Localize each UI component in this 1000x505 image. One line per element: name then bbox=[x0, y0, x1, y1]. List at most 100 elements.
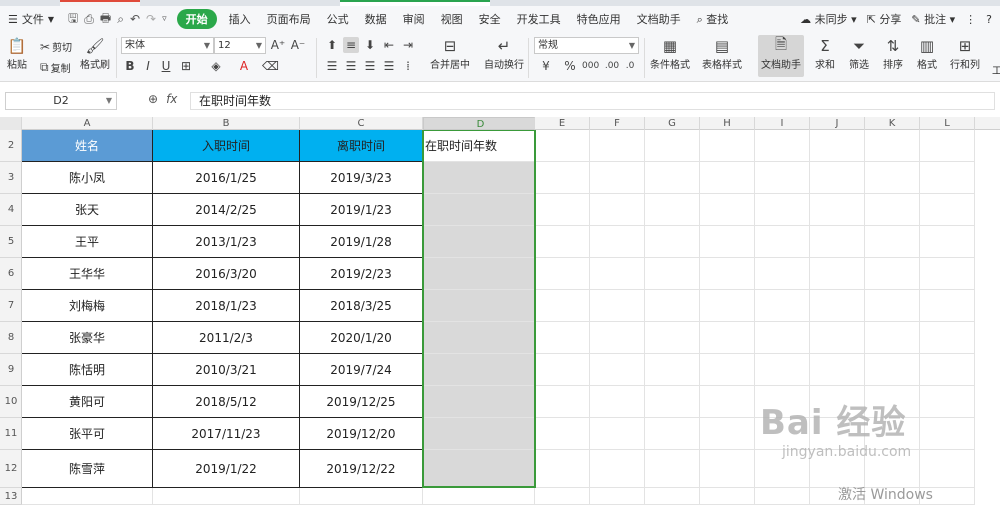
cell-name[interactable]: 王华华 bbox=[22, 258, 153, 290]
empty-cell[interactable] bbox=[920, 258, 975, 290]
empty-cell[interactable] bbox=[920, 130, 975, 162]
empty-cell[interactable] bbox=[590, 418, 645, 450]
empty-cell[interactable] bbox=[865, 290, 920, 322]
cell-hire-date[interactable]: 2018/5/12 bbox=[153, 386, 300, 418]
empty-cell[interactable] bbox=[810, 162, 865, 194]
empty-cell[interactable] bbox=[865, 130, 920, 162]
formula-input[interactable]: 在职时间年数 bbox=[190, 92, 995, 110]
font-grow-icon[interactable]: A⁺ bbox=[270, 37, 286, 53]
empty-cell[interactable] bbox=[700, 418, 755, 450]
empty-cell[interactable] bbox=[645, 450, 700, 488]
empty-cell[interactable] bbox=[535, 258, 590, 290]
empty-cell[interactable] bbox=[645, 226, 700, 258]
tab-insert[interactable]: 插入 bbox=[221, 11, 259, 27]
bold-icon[interactable]: B bbox=[122, 58, 138, 74]
empty-cell[interactable] bbox=[920, 194, 975, 226]
empty-cell[interactable] bbox=[535, 386, 590, 418]
row-header-10[interactable]: 10 bbox=[0, 386, 22, 418]
print-preview-icon[interactable]: ⌕ bbox=[117, 12, 124, 27]
col-header-d[interactable]: D bbox=[423, 117, 535, 130]
empty-cell[interactable] bbox=[535, 354, 590, 386]
more-icon[interactable]: ⋮ bbox=[965, 13, 976, 26]
empty-cell[interactable] bbox=[645, 162, 700, 194]
empty-cell[interactable] bbox=[810, 322, 865, 354]
tab-view[interactable]: 视图 bbox=[433, 11, 471, 27]
empty-cell[interactable] bbox=[810, 194, 865, 226]
col-header-k[interactable]: K bbox=[865, 117, 920, 130]
row-header-3[interactable]: 3 bbox=[0, 162, 22, 194]
indent-increase-icon[interactable]: ⇥ bbox=[400, 37, 416, 53]
row-header-12[interactable]: 12 bbox=[0, 450, 22, 488]
empty-cell[interactable] bbox=[535, 194, 590, 226]
empty-cell[interactable] bbox=[700, 194, 755, 226]
sort-button[interactable]: ⇅ 排序 bbox=[882, 36, 904, 71]
cell-tenure-years[interactable] bbox=[423, 418, 535, 450]
percent-icon[interactable]: % bbox=[562, 58, 578, 74]
cell-hire-date[interactable]: 2011/2/3 bbox=[153, 322, 300, 354]
empty-cell[interactable] bbox=[590, 290, 645, 322]
empty-cell[interactable] bbox=[700, 322, 755, 354]
empty-cell[interactable] bbox=[590, 450, 645, 488]
empty-cell[interactable] bbox=[700, 386, 755, 418]
row-header-2[interactable]: 2 bbox=[0, 130, 22, 162]
empty-cell[interactable] bbox=[300, 488, 423, 505]
tab-formulas[interactable]: 公式 bbox=[319, 11, 357, 27]
empty-cell[interactable] bbox=[700, 450, 755, 488]
empty-cell[interactable] bbox=[700, 162, 755, 194]
empty-cell[interactable] bbox=[645, 386, 700, 418]
empty-cell[interactable] bbox=[645, 290, 700, 322]
tab-security[interactable]: 安全 bbox=[471, 11, 509, 27]
border-icon[interactable]: ⊞ bbox=[178, 58, 194, 74]
tab-special[interactable]: 特色应用 bbox=[569, 11, 629, 27]
tab-home[interactable]: 开始 bbox=[176, 9, 217, 29]
cell-tenure-years[interactable] bbox=[423, 258, 535, 290]
cell-name[interactable]: 张天 bbox=[22, 194, 153, 226]
row-header-5[interactable]: 5 bbox=[0, 226, 22, 258]
empty-cell[interactable] bbox=[920, 322, 975, 354]
cell-name[interactable]: 陈恬明 bbox=[22, 354, 153, 386]
wrap-text-button[interactable]: ↵ 自动换行 bbox=[484, 36, 524, 71]
col-header-e[interactable]: E bbox=[535, 117, 590, 130]
sum-button[interactable]: Σ 求和 bbox=[814, 36, 836, 71]
row-header-6[interactable]: 6 bbox=[0, 258, 22, 290]
name-box[interactable]: D2 ▼ bbox=[5, 92, 117, 110]
empty-cell[interactable] bbox=[535, 322, 590, 354]
cell-tenure-years[interactable] bbox=[423, 322, 535, 354]
empty-cell[interactable] bbox=[590, 130, 645, 162]
cell-name[interactable]: 陈小凤 bbox=[22, 162, 153, 194]
format-painter-button[interactable]: 🖌 格式刷 bbox=[80, 36, 110, 71]
align-middle-icon[interactable]: ≡ bbox=[343, 37, 359, 53]
customize-icon[interactable]: ▿ bbox=[162, 14, 167, 24]
cell-leave-date[interactable]: 2018/3/25 bbox=[300, 290, 423, 322]
thousands-icon[interactable]: 000 bbox=[582, 58, 599, 74]
cell-tenure-years[interactable] bbox=[423, 386, 535, 418]
empty-cell[interactable] bbox=[865, 258, 920, 290]
indent-decrease-icon[interactable]: ⇤ bbox=[381, 37, 397, 53]
empty-cell[interactable] bbox=[755, 226, 810, 258]
cell-tenure-years[interactable] bbox=[423, 450, 535, 488]
row-header-7[interactable]: 7 bbox=[0, 290, 22, 322]
tab-doc-assistant[interactable]: 文档助手 bbox=[629, 11, 689, 27]
empty-cell[interactable] bbox=[865, 322, 920, 354]
tab-page-layout[interactable]: 页面布局 bbox=[259, 11, 319, 27]
empty-cell[interactable] bbox=[755, 194, 810, 226]
save-icon[interactable]: 🖫 bbox=[68, 9, 78, 30]
empty-cell[interactable] bbox=[590, 226, 645, 258]
empty-cell[interactable] bbox=[700, 354, 755, 386]
empty-cell[interactable] bbox=[865, 226, 920, 258]
currency-icon[interactable]: ¥ bbox=[538, 58, 554, 74]
cell-leave-date[interactable]: 2019/12/25 bbox=[300, 386, 423, 418]
tools-button[interactable]: 工 bbox=[992, 62, 1000, 77]
cell-name[interactable]: 黄阳可 bbox=[22, 386, 153, 418]
cell-tenure-years[interactable] bbox=[423, 162, 535, 194]
sync-button[interactable]: ☁ 未同步 ▾ bbox=[800, 11, 857, 27]
cell-name[interactable]: 王平 bbox=[22, 226, 153, 258]
font-name-select[interactable]: 宋体 ▼ bbox=[121, 37, 214, 54]
search-button[interactable]: ⌕ 查找 bbox=[689, 11, 737, 27]
cell-tenure-years[interactable] bbox=[423, 194, 535, 226]
header-name[interactable]: 姓名 bbox=[22, 130, 153, 162]
distributed-icon[interactable]: ⁞ bbox=[400, 58, 416, 74]
empty-cell[interactable] bbox=[700, 130, 755, 162]
empty-cell[interactable] bbox=[423, 488, 535, 505]
conditional-format-button[interactable]: ▦ 条件格式 bbox=[650, 36, 690, 71]
